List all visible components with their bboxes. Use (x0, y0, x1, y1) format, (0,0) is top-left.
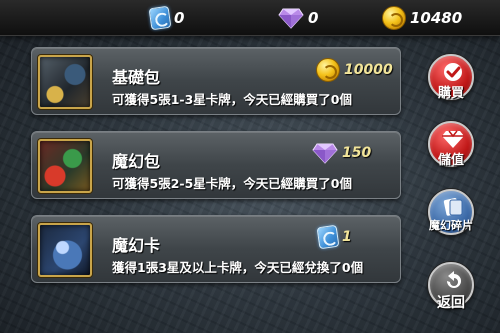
gem-icon (312, 143, 338, 164)
pack-thumbnail (38, 139, 92, 193)
price-value: 150 (342, 145, 372, 161)
card-fragment-icon (316, 224, 340, 250)
top-up-button[interactable]: 儲值 (428, 121, 474, 173)
gem-count: 0 (308, 9, 319, 27)
pack-thumbnail (38, 223, 92, 277)
pack-description: 可獲得5張2-5星卡牌，今天已經購買了0個 (112, 176, 352, 191)
top-up-label: 儲值 (437, 153, 464, 168)
card-fragment-icon (148, 5, 172, 31)
buy-label: 購買 (437, 86, 464, 101)
back-arrow-icon (447, 271, 461, 288)
pack-price: 10000 (316, 58, 393, 82)
checkmark-icon (444, 63, 462, 81)
currency-bar: 0 0 10480 (0, 0, 500, 36)
pack-title: 魔幻包 (112, 152, 161, 171)
price-value: 10000 (344, 62, 393, 78)
pack-title: 魔幻卡 (112, 236, 161, 255)
coin-icon (316, 58, 340, 82)
coin-icon (382, 6, 406, 30)
price-value: 1 (342, 229, 352, 245)
pack-price: 150 (312, 142, 371, 164)
gem-counter: 0 (278, 6, 318, 30)
magic-fragments-button[interactable]: 魔幻碎片 (428, 189, 474, 241)
coin-counter: 10480 (382, 6, 462, 30)
coin-count: 10480 (410, 9, 463, 27)
pack-description: 可獲得5張1-3星卡牌，今天已經購買了0個 (112, 92, 352, 107)
gem-icon (278, 8, 304, 29)
pack-title: 基礎包 (112, 68, 161, 87)
card-fragment-counter: 0 (148, 5, 185, 31)
pack-price: 1 (316, 224, 352, 250)
magic-fragments-label: 魔幻碎片 (429, 219, 473, 232)
pack-row-magic[interactable]: 魔幻包 可獲得5張2-5星卡牌，今天已經購買了0個 150 (31, 131, 401, 199)
card-fragment-count: 0 (174, 9, 185, 27)
pack-thumbnail (38, 55, 92, 109)
diamond-icon (442, 130, 464, 148)
pack-description: 獲得1張3星及以上卡牌，今天已經兌換了0個 (112, 260, 364, 275)
back-label: 返回 (437, 295, 465, 311)
fragment-icon (443, 198, 463, 216)
buy-button[interactable]: 購買 (428, 54, 474, 106)
back-button[interactable]: 返回 (428, 262, 474, 314)
pack-row-magic-card[interactable]: 魔幻卡 獲得1張3星及以上卡牌，今天已經兌換了0個 1 (31, 215, 401, 283)
pack-row-basic[interactable]: 基礎包 可獲得5張1-3星卡牌，今天已經購買了0個 10000 (31, 47, 401, 115)
